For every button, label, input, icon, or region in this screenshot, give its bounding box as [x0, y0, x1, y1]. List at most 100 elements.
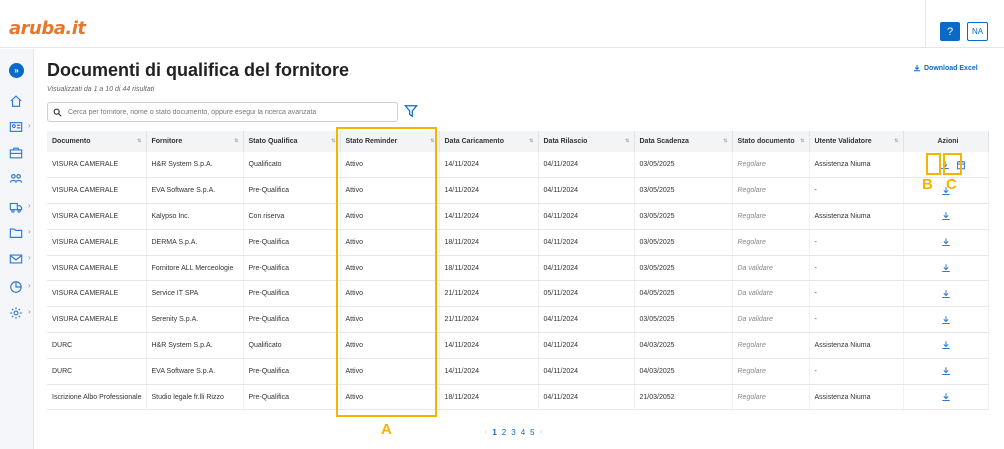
table-cell: Regolare [732, 177, 810, 205]
sort-icon: ⇅ [800, 138, 805, 144]
table-cell: Iscrizione Albo Professionale [47, 384, 147, 411]
sidebar-item-home[interactable] [9, 93, 33, 109]
column-header[interactable]: Data Caricamento ⇅ [439, 131, 539, 152]
table-row[interactable]: VISURA CAMERALE EVA Software S.p.A. Pre-Qu… [47, 177, 989, 205]
sidebar-toggle-button[interactable]: » [9, 63, 24, 78]
table-cell: Studio legale fr.lli Rizzo [146, 384, 244, 411]
table-header-row: Documento ⇅ Fornitore ⇅ Stato Qualifica ⇅ S… [47, 131, 989, 152]
table-cell: - [809, 177, 904, 205]
download-icon[interactable] [941, 263, 951, 273]
table-cell: VISURA CAMERALE [47, 229, 147, 256]
actions-cell [903, 280, 989, 308]
table-cell: 04/03/2025 [634, 332, 733, 359]
top-divider [925, 0, 926, 48]
chart-icon [10, 281, 22, 293]
table-cell: 14/11/2024 [439, 152, 539, 179]
sidebar-item-contacts[interactable]: › [9, 119, 33, 135]
table-cell: Pre-Qualifica [243, 177, 341, 205]
column-header[interactable]: Utente Validatore ⇅ [809, 131, 904, 152]
aruba-logo[interactable]: aruba.it [9, 18, 86, 39]
table-row[interactable]: VISURA CAMERALE Kalypso Inc. Con riserva At… [47, 203, 989, 230]
user-avatar-button[interactable]: NA [967, 22, 988, 41]
sidebar-item-briefcase[interactable] [9, 145, 33, 161]
page-link[interactable]: 2 [502, 428, 506, 437]
search-icon [53, 108, 62, 117]
top-bar: aruba.it ? NA [0, 0, 1004, 48]
table-cell: 05/11/2024 [538, 280, 635, 308]
table-cell: DURC [47, 358, 147, 385]
sidebar-item-settings[interactable]: › [9, 305, 33, 321]
annotation-label-c: C [946, 176, 957, 193]
sidebar-item-chart[interactable]: › [9, 279, 33, 295]
prev-page-button[interactable]: ‹ [485, 429, 487, 436]
actions-cell [903, 229, 989, 256]
sidebar-item-truck[interactable]: › [9, 199, 33, 215]
download-excel-button[interactable]: Download Excel [913, 64, 978, 72]
column-header-label: Data Rilascio [543, 138, 588, 145]
sidebar-item-mail[interactable]: › [9, 251, 33, 267]
table-cell: 04/11/2024 [538, 255, 635, 282]
sort-icon: ⇅ [529, 138, 534, 144]
table-row[interactable]: VISURA CAMERALE Fornitore ALL Merceologie… [47, 255, 989, 282]
table-cell: EVA Software S.p.A. [146, 358, 244, 385]
chevron-right-icon: › [28, 281, 31, 290]
sidebar-item-folder[interactable]: › [9, 225, 33, 241]
truck-icon [9, 202, 23, 213]
table-cell: Qualificato [243, 152, 341, 179]
filter-icon[interactable] [404, 104, 418, 118]
chevron-right-icon: › [28, 201, 31, 210]
page-link[interactable]: 4 [521, 428, 525, 437]
briefcase-icon [9, 147, 23, 159]
table-cell: 04/11/2024 [538, 358, 635, 385]
sidebar-item-people[interactable] [9, 171, 33, 187]
column-header[interactable]: Fornitore ⇅ [146, 131, 244, 152]
table-cell: - [809, 280, 904, 308]
page-link[interactable]: 1 [492, 428, 496, 437]
column-header[interactable]: Stato Qualifica ⇅ [243, 131, 341, 152]
table-row[interactable]: VISURA CAMERALE DERMA S.p.A. Pre-Qualifica… [47, 229, 989, 256]
page-link[interactable]: 5 [530, 428, 534, 437]
documents-table: Documento ⇅ Fornitore ⇅ Stato Qualifica ⇅ S… [47, 131, 989, 411]
download-icon[interactable] [941, 289, 951, 299]
column-header[interactable]: Data Scadenza ⇅ [634, 131, 733, 152]
table-row[interactable]: VISURA CAMERALE Serenity S.p.A. Pre-Qualif… [47, 306, 989, 334]
table-cell: Pre-Qualifica [243, 229, 341, 256]
table-row[interactable]: DURC H&R System S.p.A. Qualificato Attivo 14… [47, 332, 989, 359]
download-icon[interactable] [941, 392, 951, 402]
download-icon[interactable] [941, 340, 951, 350]
table-cell: Regolare [732, 229, 810, 256]
column-header[interactable]: Stato documento ⇅ [732, 131, 810, 152]
table-cell: 14/11/2024 [439, 358, 539, 385]
column-header: Azioni [903, 131, 989, 152]
table-cell: Assistenza Niuma [809, 332, 904, 359]
column-header-label: Data Caricamento [444, 138, 505, 145]
next-page-button[interactable]: › [540, 429, 542, 436]
sort-icon: ⇅ [894, 138, 899, 144]
page-title: Documenti di qualifica del fornitore [47, 60, 350, 80]
download-icon[interactable] [941, 211, 951, 221]
table-cell: Da validare [732, 306, 810, 334]
column-header[interactable]: Documento ⇅ [47, 131, 147, 152]
table-row[interactable]: VISURA CAMERALE H&R System S.p.A. Qualific… [47, 152, 989, 179]
download-icon[interactable] [941, 366, 951, 376]
table-cell: Regolare [732, 384, 810, 411]
search-input[interactable] [68, 108, 388, 116]
table-cell: VISURA CAMERALE [47, 255, 147, 282]
table-row[interactable]: DURC EVA Software S.p.A. Pre-Qualifica Atti… [47, 358, 989, 385]
table-row[interactable]: VISURA CAMERALE Service IT SPA Pre-Qualifi… [47, 280, 989, 308]
table-row[interactable]: Iscrizione Albo Professionale Studio lega… [47, 384, 989, 411]
table-cell: Pre-Qualifica [243, 384, 341, 411]
chevron-right-icon: › [28, 121, 31, 130]
download-icon[interactable] [941, 237, 951, 247]
table-cell: Pre-Qualifica [243, 280, 341, 308]
table-cell: - [809, 306, 904, 334]
page-link[interactable]: 3 [511, 428, 515, 437]
table-cell: 21/03/2052 [634, 384, 733, 411]
help-button[interactable]: ? [940, 22, 960, 41]
column-header[interactable]: Data Rilascio ⇅ [538, 131, 635, 152]
table-cell: 03/05/2025 [634, 255, 733, 282]
table-cell: 03/05/2025 [634, 152, 733, 179]
pagination: ‹ 1 2 3 4 5 › [485, 428, 542, 437]
download-icon[interactable] [941, 315, 951, 325]
table-cell: Regolare [732, 203, 810, 230]
